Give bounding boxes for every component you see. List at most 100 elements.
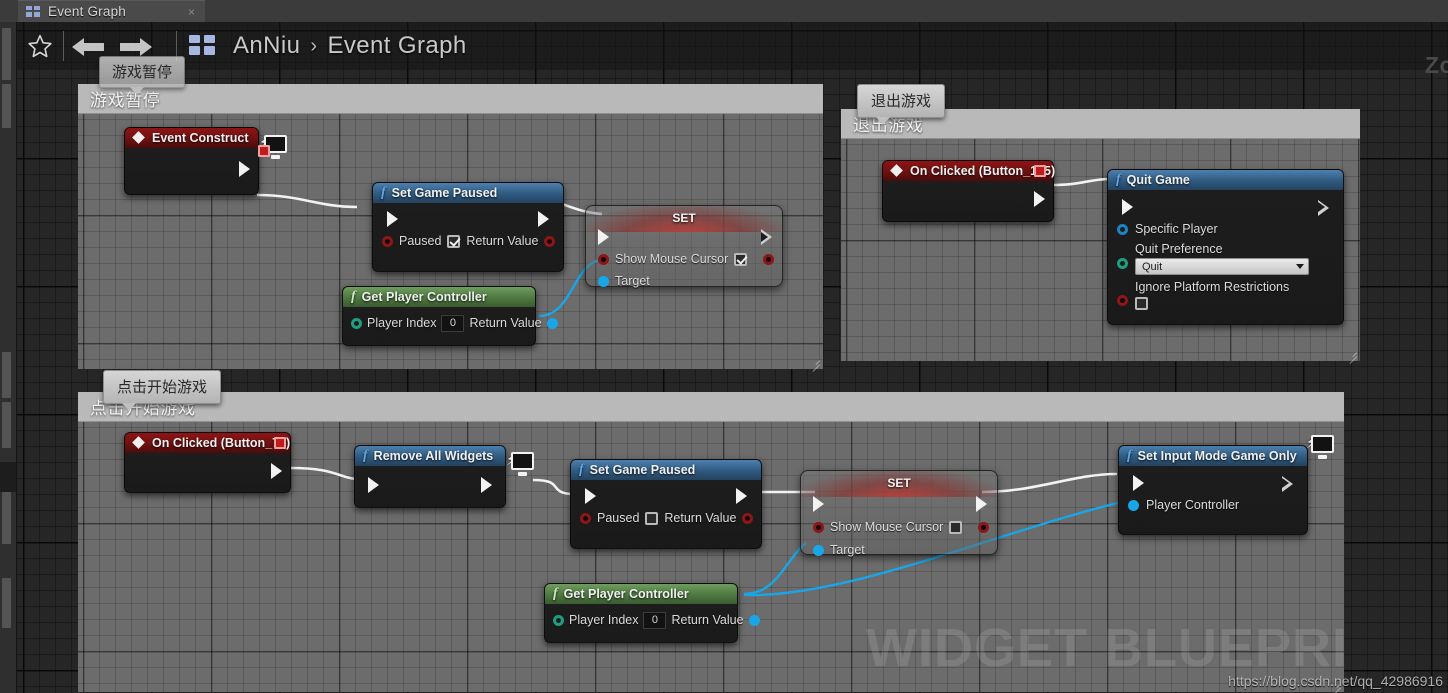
chevron-right-icon: › xyxy=(310,34,318,57)
comment-header[interactable]: 点击开始游戏 xyxy=(78,392,1344,422)
tooltip-text: 退出游戏 xyxy=(871,93,932,110)
target-row: Target xyxy=(598,270,650,292)
node-get-player-controller-bottom[interactable]: f Get Player Controller Player Index 0 R… xyxy=(544,583,760,643)
player-index-pin[interactable] xyxy=(351,317,362,329)
node-on-clicked-button-77[interactable]: On Clicked (Button_77) xyxy=(124,432,291,493)
return-value-pin[interactable] xyxy=(546,317,558,329)
node-remove-all-widgets[interactable]: f Remove All Widgets xyxy=(354,445,506,508)
exec-output-pin[interactable] xyxy=(736,488,747,504)
quit-preference-dropdown[interactable]: Quit xyxy=(1135,258,1309,275)
node-quit-game[interactable]: f Quit Game Specific Player Quit Prefere… xyxy=(1107,169,1344,325)
node-set-game-paused-top[interactable]: f Set Game Paused Paused Return Value xyxy=(372,182,564,272)
exec-input-pin[interactable] xyxy=(368,477,379,493)
node-set-show-mouse-cursor-top[interactable]: SET Show Mouse Cursor Target xyxy=(585,205,783,288)
exec-input-pin[interactable] xyxy=(813,496,824,512)
node-header[interactable]: f Remove All Widgets xyxy=(355,446,505,466)
node-header[interactable]: On Clicked (Button_155) xyxy=(883,161,1055,181)
node-get-player-controller-top[interactable]: f Get Player Controller Player Index 0 R… xyxy=(342,286,558,346)
return-value-pin[interactable] xyxy=(544,235,556,247)
zoom-label: Zo xyxy=(1424,52,1448,78)
exec-input-pin[interactable] xyxy=(1133,475,1144,491)
side-tab-6[interactable] xyxy=(2,578,11,628)
side-tab-1[interactable] xyxy=(2,28,11,80)
node-body: Paused Return Value xyxy=(373,203,563,271)
node-title: Set Game Paused xyxy=(391,186,498,200)
exec-row xyxy=(1128,472,1298,494)
show-mouse-cursor-pin[interactable] xyxy=(598,253,609,265)
exec-output-pin[interactable] xyxy=(761,229,772,245)
return-value-pin[interactable] xyxy=(742,512,754,524)
specific-player-pin[interactable] xyxy=(1117,223,1128,235)
show-mouse-cursor-pin[interactable] xyxy=(813,521,824,533)
exec-input-pin[interactable] xyxy=(387,211,398,227)
node-body: Specific Player Quit Preference Quit Ign… xyxy=(1108,190,1343,324)
resize-grip-icon[interactable] xyxy=(807,354,821,372)
node-set-show-mouse-cursor-bottom[interactable]: SET Show Mouse Cursor Target xyxy=(800,470,998,557)
tooltip-text: 游戏暂停 xyxy=(112,64,173,81)
event-delegate-pin[interactable] xyxy=(258,145,270,157)
target-pin[interactable] xyxy=(598,275,609,287)
show-mouse-cursor-checkbox[interactable] xyxy=(949,520,963,534)
side-tab-5[interactable] xyxy=(2,492,11,544)
exec-output-pin[interactable] xyxy=(481,477,492,493)
ignore-platform-pin[interactable] xyxy=(1117,295,1128,306)
ignore-platform-checkbox[interactable] xyxy=(1135,297,1148,310)
exec-output-pin[interactable] xyxy=(1318,199,1329,216)
player-index-field[interactable]: 0 xyxy=(441,314,465,332)
exec-output-pin[interactable] xyxy=(1034,191,1045,207)
breadcrumb-leaf[interactable]: Event Graph xyxy=(327,32,466,60)
exec-output-pin[interactable] xyxy=(538,211,549,227)
node-set-input-mode-game-only[interactable]: f Set Input Mode Game Only Player Contro… xyxy=(1118,445,1308,535)
side-tab-2[interactable] xyxy=(2,84,11,128)
exec-input-pin[interactable] xyxy=(598,229,609,245)
exec-input-pin[interactable] xyxy=(585,488,596,504)
ignore-platform-row: Ignore Platform Restrictions xyxy=(1117,280,1334,310)
close-icon[interactable]: × xyxy=(188,6,197,18)
paused-input-pin[interactable] xyxy=(382,235,393,247)
node-header[interactable]: f Set Input Mode Game Only xyxy=(1119,446,1307,466)
node-title: Event Construct xyxy=(152,131,249,145)
node-body: Player Controller xyxy=(1119,466,1307,534)
quit-preference-pin[interactable] xyxy=(1117,258,1128,269)
show-mouse-cursor-out-pin[interactable] xyxy=(978,521,989,533)
node-event-construct[interactable]: Event Construct xyxy=(124,127,259,195)
node-header[interactable]: Event Construct xyxy=(125,128,258,148)
exec-output-pin[interactable] xyxy=(239,161,250,177)
node-header[interactable]: f Get Player Controller xyxy=(545,584,737,604)
node-on-clicked-button-155[interactable]: On Clicked (Button_155) xyxy=(882,160,1055,222)
function-f-icon: f xyxy=(381,185,386,200)
player-index-pin[interactable] xyxy=(553,614,564,626)
node-header[interactable]: On Clicked (Button_77) xyxy=(125,433,290,453)
node-header[interactable]: f Set Game Paused xyxy=(373,183,563,203)
player-controller-pin[interactable] xyxy=(1128,499,1139,511)
side-tab-4[interactable] xyxy=(2,402,11,448)
graph-canvas[interactable]: 游戏暂停 退出游戏 点击开始游戏 WIDGET BLUEPRI Event Co… xyxy=(17,22,1448,693)
resize-grip-icon[interactable] xyxy=(1344,346,1358,364)
player-index-label: Player Index xyxy=(367,316,437,330)
show-mouse-cursor-checkbox[interactable] xyxy=(734,252,748,266)
node-header[interactable]: f Get Player Controller xyxy=(343,287,535,307)
exec-output-pin[interactable] xyxy=(976,496,987,512)
paused-checkbox[interactable] xyxy=(645,511,659,525)
tab-event-graph[interactable]: Event Graph × xyxy=(18,0,205,22)
exec-output-pin[interactable] xyxy=(1282,475,1293,492)
event-delegate-pin[interactable] xyxy=(274,437,286,449)
player-index-field[interactable]: 0 xyxy=(643,611,667,629)
paused-checkbox[interactable] xyxy=(447,234,461,248)
paused-input-pin[interactable] xyxy=(580,512,591,524)
side-tab-3[interactable] xyxy=(2,352,11,398)
graph-icon xyxy=(26,6,41,17)
target-pin[interactable] xyxy=(813,544,824,556)
exec-input-pin[interactable] xyxy=(1122,199,1133,215)
node-header[interactable]: f Set Game Paused xyxy=(571,460,761,480)
return-value-pin[interactable] xyxy=(748,614,760,626)
breadcrumb-root[interactable]: AnNiu xyxy=(233,32,300,60)
event-delegate-pin[interactable] xyxy=(1034,165,1046,177)
show-mouse-cursor-out-pin[interactable] xyxy=(763,253,774,265)
exec-output-pin[interactable] xyxy=(271,463,282,479)
node-set-game-paused-bottom[interactable]: f Set Game Paused Paused Return Value xyxy=(570,459,762,549)
monitor-icon: ⚡ xyxy=(1306,435,1334,459)
favorite-star-icon[interactable] xyxy=(17,22,63,70)
node-header[interactable]: f Quit Game xyxy=(1108,170,1343,190)
comment-header[interactable]: 游戏暂停 xyxy=(78,84,823,114)
